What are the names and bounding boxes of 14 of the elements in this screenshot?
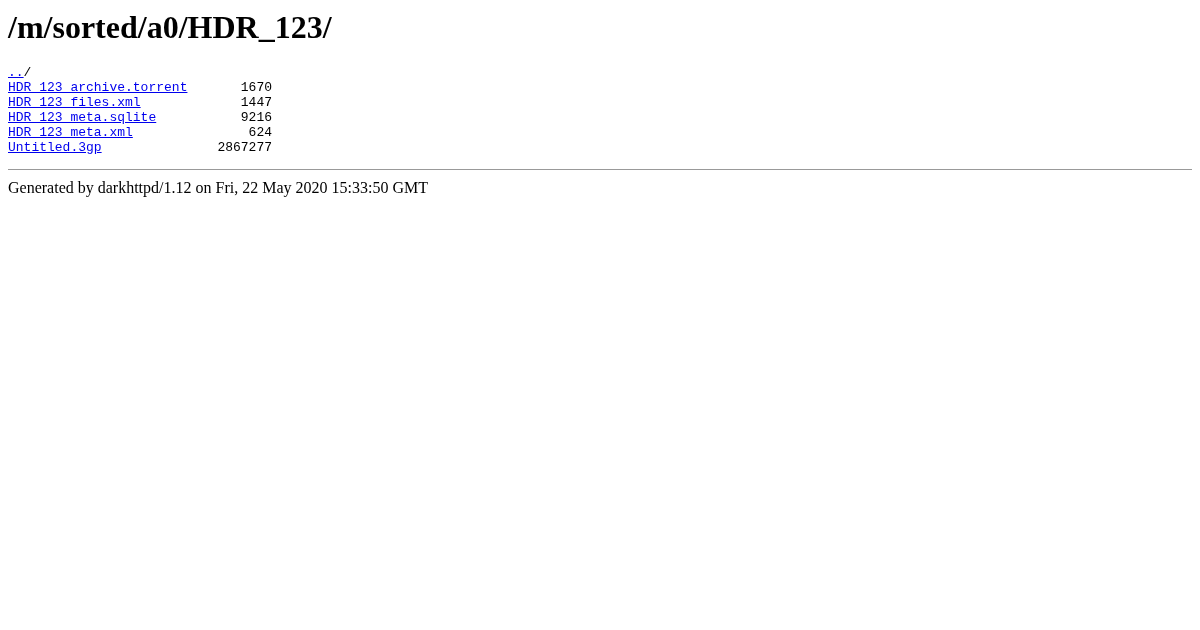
file-link[interactable]: HDR_123_meta.sqlite [8, 110, 157, 125]
parent-directory-link[interactable]: .. [8, 65, 24, 80]
page-title: /m/sorted/a0/HDR_123/ [8, 8, 332, 47]
file-link[interactable]: HDR_123_archive.torrent [8, 80, 188, 95]
file-size: 624 [248, 125, 272, 140]
path-separator: / [23, 65, 32, 80]
file-link[interactable]: HDR_123_files.xml [8, 95, 141, 110]
file-size: 1670 [240, 80, 272, 95]
file-link[interactable]: Untitled.3gp [8, 140, 102, 155]
file-size: 1447 [240, 95, 272, 110]
file-link[interactable]: HDR_123_meta.xml [8, 125, 133, 140]
footer-text: Generated by darkhttpd/1.12 on Fri, 22 May 2020 15:33:50 GMT [8, 178, 428, 198]
file-size: 2867277 [217, 140, 272, 155]
file-size: 9216 [240, 110, 272, 125]
